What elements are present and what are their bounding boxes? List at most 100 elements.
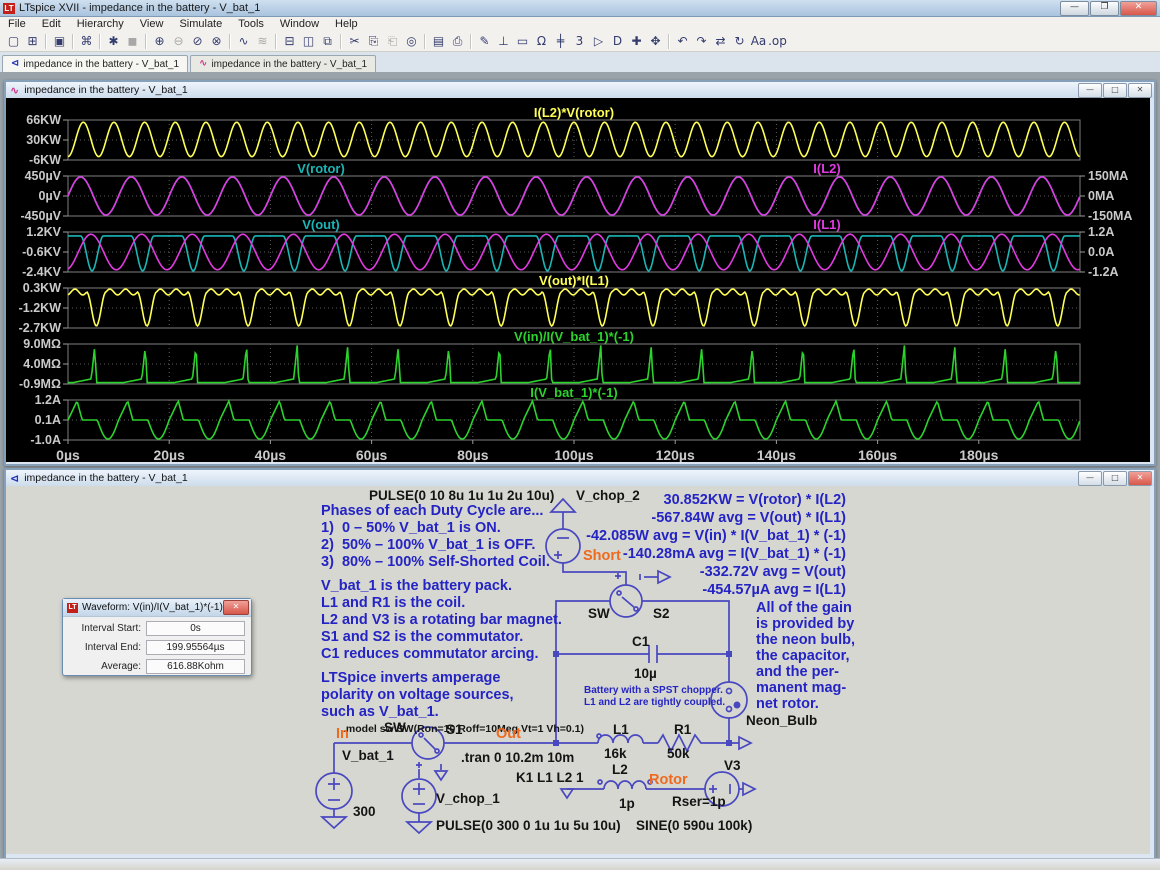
toolbar-tile-vertical-button[interactable]: ◫ <box>299 33 318 50</box>
trace-label[interactable]: V(out)*I(L1) <box>539 273 609 288</box>
toolbar-print-preview-button[interactable]: ▤ <box>429 33 448 50</box>
menu-file[interactable]: File <box>0 18 34 30</box>
toolbar-move-button[interactable]: ✚ <box>627 33 646 50</box>
tab-waveform[interactable]: ∿impedance in the battery - V_bat_1 <box>190 55 376 72</box>
schematic-minimize-button[interactable]: — <box>1078 471 1102 486</box>
menu-edit[interactable]: Edit <box>34 18 69 30</box>
y-axis-tick-right: -150MA <box>1088 209 1132 223</box>
toolbar-control-panel-button[interactable]: ⌘ <box>77 33 96 50</box>
toolbar-capacitor-button[interactable]: ╪ <box>551 33 570 50</box>
toolbar-separator <box>145 34 147 49</box>
tab-schematic[interactable]: ⊲impedance in the battery - V_bat_1 <box>2 55 188 72</box>
waveform-maximize-button[interactable]: □ <box>1103 83 1127 98</box>
toolbar-cut-button[interactable]: ✂ <box>345 33 364 50</box>
toolbar-paste-button[interactable]: ⎗ <box>383 33 402 50</box>
waveform-dialog-close-button[interactable]: ✕ <box>223 600 249 615</box>
waveform-minimize-button[interactable]: — <box>1078 83 1102 98</box>
net-label-in: In <box>336 726 349 742</box>
schematic-canvas[interactable]: PULSE(0 10 8u 1u 1u 2u 10u)V_chop_230.85… <box>6 486 1150 854</box>
toolbar-tile-horizontal-button[interactable]: ⊟ <box>280 33 299 50</box>
comment-phases: Phases of each Duty Cycle are... <box>321 503 543 519</box>
y-axis-tick: -1.2KW <box>19 301 62 315</box>
comment-polarity-3: such as V_bat_1. <box>321 704 439 720</box>
tab-label: impedance in the battery - V_bat_1 <box>211 59 367 70</box>
toolbar-cascade-button[interactable]: ⧉ <box>318 33 337 50</box>
comment-gain-7: net rotor. <box>756 696 819 712</box>
toolbar-find-button[interactable]: ◎ <box>402 33 421 50</box>
toolbar-redo-button[interactable]: ↷ <box>692 33 711 50</box>
restore-button[interactable]: ❐ <box>1090 1 1119 16</box>
toolbar-label-net-button[interactable]: ▭ <box>513 33 532 50</box>
comment-polarity-1: LTSpice inverts amperage <box>321 670 500 686</box>
toolbar-zoom-in-button[interactable]: ⊕ <box>150 33 169 50</box>
model-directive: .model sw SW(Ron=10 Roff=10Meg Vt=1 Vh=0… <box>343 723 584 735</box>
toolbar-drag-button[interactable]: ✥ <box>646 33 665 50</box>
y-axis-tick: 450µV <box>25 169 62 183</box>
vchop2-pulse-value: PULSE(0 10 8u 1u 1u 2u 10u) <box>369 488 554 503</box>
toolbar-autorange-y-button[interactable]: ∿ <box>234 33 253 50</box>
waveform-dialog-titlebar[interactable]: LT Waveform: V(in)/I(V_bat_1)*(-1) ✕ <box>63 599 251 617</box>
toolbar-save-button[interactable]: ▣ <box>50 33 69 50</box>
toolbar-run-button[interactable]: ✱ <box>104 33 123 50</box>
schematic-maximize-button[interactable]: □ <box>1103 471 1127 486</box>
trace-label[interactable]: I(L2)*V(rotor) <box>534 105 614 120</box>
toolbar-undo-button[interactable]: ↶ <box>673 33 692 50</box>
v3-sine-value: SINE(0 590u 100k) <box>636 818 752 833</box>
toolbar-open-button[interactable]: ⊞ <box>23 33 42 50</box>
average-label: Average: <box>69 661 146 672</box>
waveform-window-titlebar[interactable]: ∿ impedance in the battery - V_bat_1 — □… <box>6 82 1154 98</box>
toolbar-new-schematic-button[interactable]: ▢ <box>4 33 23 50</box>
vchop1-pulse-value: PULSE(0 300 0 1u 1u 5u 10u) <box>436 818 621 833</box>
c1-value: 10µ <box>634 666 657 681</box>
measurement-rotor-power: 30.852KW = V(rotor) * I(L2) <box>664 492 847 508</box>
toolbar-resistor-button[interactable]: Ω <box>532 33 551 50</box>
trace-label[interactable]: V(out) <box>302 217 340 232</box>
comment-phase-2: 2) 50% – 100% V_bat_1 is OFF. <box>321 537 535 553</box>
toolbar-mirror-button[interactable]: ⇄ <box>711 33 730 50</box>
menu-simulate[interactable]: Simulate <box>171 18 230 30</box>
toolbar-zoom-out-button[interactable]: ⊘ <box>188 33 207 50</box>
schematic-close-button[interactable]: ✕ <box>1128 471 1152 486</box>
menu-window[interactable]: Window <box>272 18 327 30</box>
schematic-window-titlebar[interactable]: ⊲ impedance in the battery - V_bat_1 — □… <box>6 470 1154 486</box>
trace-label[interactable]: V(in)/I(V_bat_1)*(-1) <box>514 329 634 344</box>
minimize-button[interactable]: — <box>1060 1 1089 16</box>
toolbar-text-button[interactable]: Aa <box>749 33 768 50</box>
x-axis-tick: 100µs <box>554 447 593 462</box>
menu-hierarchy[interactable]: Hierarchy <box>69 18 132 30</box>
toolbar-zoom-back-button[interactable]: ⊖ <box>169 33 188 50</box>
toolbar-inductor-button[interactable]: 3 <box>570 33 589 50</box>
toolbar-separator <box>99 34 101 49</box>
toolbar-separator <box>45 34 47 49</box>
toolbar-spice-directive-button[interactable]: .op <box>768 33 787 50</box>
toolbar-zoom-full-button[interactable]: ⊗ <box>207 33 226 50</box>
toolbar-print-button[interactable]: ⎙ <box>448 33 467 50</box>
trace-label[interactable]: I(L1) <box>813 217 840 232</box>
schematic-tab-icon: ⊲ <box>11 59 19 69</box>
toolbar-copy-button[interactable]: ⎘ <box>364 33 383 50</box>
menu-view[interactable]: View <box>132 18 172 30</box>
toolbar-plot-settings-button[interactable]: ≋ <box>253 33 272 50</box>
comment-gain-6: manent mag- <box>756 680 846 696</box>
y-axis-tick: 1.2A <box>35 393 61 407</box>
vbat1-name: V_bat_1 <box>342 748 394 763</box>
menu-tools[interactable]: Tools <box>230 18 272 30</box>
l1-value: 16k <box>604 746 627 761</box>
waveform-dialog: LT Waveform: V(in)/I(V_bat_1)*(-1) ✕ Int… <box>62 598 252 676</box>
menu-help[interactable]: Help <box>327 18 366 30</box>
waveform-plot-area[interactable]: I(L2)*V(rotor)66KW30KW-6KWV(rotor)I(L2)4… <box>6 98 1150 462</box>
waveform-close-button[interactable]: ✕ <box>1128 83 1152 98</box>
trace-label[interactable]: I(V_bat_1)*(-1) <box>530 385 617 400</box>
toolbar-ground-button[interactable]: ⊥ <box>494 33 513 50</box>
trace-label[interactable]: V(rotor) <box>297 161 345 176</box>
toolbar-halt-button[interactable]: ◼ <box>123 33 142 50</box>
toolbar-component-button[interactable]: D <box>608 33 627 50</box>
average-value: 616.88Kohm <box>146 659 245 674</box>
toolbar-wire-button[interactable]: ✎ <box>475 33 494 50</box>
toolbar-diode-button[interactable]: ▷ <box>589 33 608 50</box>
trace-label[interactable]: I(L2) <box>813 161 840 176</box>
measurement-l1-current: -454.57µA avg = I(L1) <box>702 582 846 598</box>
measurement-in-power: -42.085W avg = V(in) * I(V_bat_1) * (-1) <box>586 528 846 544</box>
toolbar-rotate-button[interactable]: ↻ <box>730 33 749 50</box>
close-button[interactable]: ✕ <box>1120 1 1157 16</box>
